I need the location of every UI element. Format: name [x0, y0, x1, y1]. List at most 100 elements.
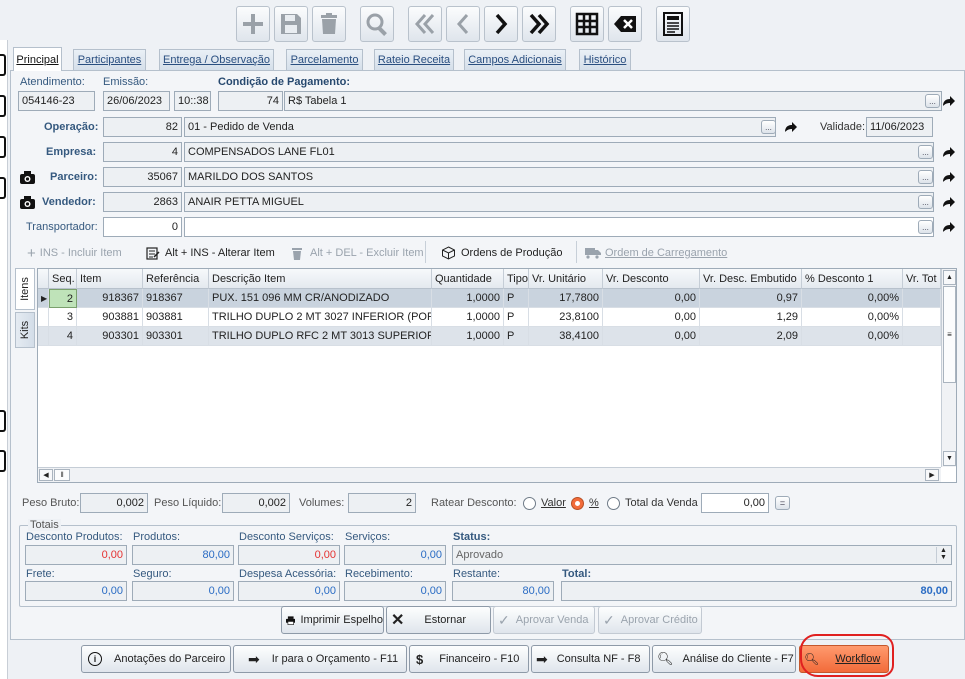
parceiro-go-arrow-icon[interactable]	[942, 170, 956, 184]
peso-liquido-field[interactable]: 0,002	[222, 493, 290, 513]
vendedor-lookup-button[interactable]: ...	[918, 195, 933, 209]
first-record-button[interactable]	[408, 6, 442, 42]
transportador-go-arrow-icon[interactable]	[942, 220, 956, 234]
volumes-field[interactable]: 2	[348, 493, 416, 513]
empresa-go-arrow-icon[interactable]	[942, 145, 956, 159]
ratear-valor-radio[interactable]	[523, 497, 536, 510]
transportador-desc-field[interactable]	[184, 217, 934, 237]
tab-campos-adicionais[interactable]: Campos Adicionais	[464, 49, 566, 70]
condicao-code-field[interactable]: 74	[218, 91, 283, 111]
grid-horizontal-scrollbar[interactable]: ◀ ⦀ ▶	[38, 467, 941, 482]
delete-item-button[interactable]: Alt + DEL - Excluir Item	[291, 244, 424, 262]
servicos-field[interactable]: 0,00	[344, 545, 446, 565]
grid-view-button[interactable]	[570, 6, 604, 42]
print-mirror-button[interactable]: Imprimir Espelho	[281, 606, 384, 634]
validade-field[interactable]: 11/06/2023	[866, 117, 933, 137]
grid-vertical-scrollbar[interactable]: ▲ ≡ ▼	[941, 269, 956, 467]
tab-itens[interactable]: Itens	[15, 268, 35, 310]
workflow-button[interactable]: 🔍︎ Workflow	[799, 645, 889, 673]
ratear-value-field[interactable]: 0,00	[701, 493, 769, 513]
ratear-apply-button[interactable]: =	[775, 496, 790, 510]
tab-parcelamento[interactable]: Parcelamento	[286, 49, 363, 70]
tab-historico[interactable]: Histórico	[579, 49, 631, 70]
condicao-go-arrow-icon[interactable]	[942, 94, 956, 108]
parceiro-camera-icon[interactable]	[20, 171, 35, 184]
despesa-field[interactable]: 0,00	[238, 581, 340, 601]
emissao-date-field[interactable]: 26/06/2023	[103, 91, 170, 111]
operacao-code-field[interactable]: 82	[103, 117, 182, 137]
items-grid[interactable]: Seq. Item Referência Descrição Item Quan…	[37, 268, 957, 483]
operacao-desc-field[interactable]: 01 - Pedido de Venda	[184, 117, 776, 137]
ratear-total-radio[interactable]	[607, 497, 620, 510]
last-record-button[interactable]	[522, 6, 556, 42]
vendedor-camera-icon[interactable]	[20, 196, 35, 209]
next-record-button[interactable]	[484, 6, 518, 42]
grid-header-vr-desc-embutido[interactable]: Vr. Desc. Embutido	[700, 269, 802, 289]
grid-header-referencia[interactable]: Referência	[143, 269, 209, 289]
status-field[interactable]: Aprovado	[452, 545, 952, 565]
grid-header-tipo[interactable]: Tipo	[504, 269, 529, 289]
scroll-h-thumb[interactable]: ⦀	[54, 469, 70, 481]
operacao-go-arrow-icon[interactable]	[784, 120, 798, 134]
scroll-thumb[interactable]: ≡	[943, 286, 956, 383]
ratear-percent-radio[interactable]	[571, 497, 584, 510]
reverse-button[interactable]: ✕ Estornar	[386, 606, 491, 634]
restante-field[interactable]: 80,00	[452, 581, 554, 601]
grid-header-item[interactable]: Item	[77, 269, 143, 289]
production-orders-button[interactable]: Ordens de Produção	[441, 244, 563, 262]
scroll-right-icon[interactable]: ▶	[925, 469, 939, 481]
produtos-field[interactable]: 80,00	[132, 545, 234, 565]
approve-sale-button[interactable]: ✓ Aprovar Venda	[493, 606, 595, 634]
vendedor-code-field[interactable]: 2863	[103, 192, 182, 212]
ratear-valor-label[interactable]: Valor	[541, 497, 566, 509]
alter-item-button[interactable]: Alt + INS - Alterar Item	[146, 244, 275, 262]
vendedor-go-arrow-icon[interactable]	[942, 195, 956, 209]
desc-produtos-field[interactable]: 0,00	[25, 545, 127, 565]
emissao-time-field[interactable]: 10::38	[174, 91, 211, 111]
clear-button[interactable]	[608, 6, 642, 42]
seguro-field[interactable]: 0,00	[132, 581, 234, 601]
add-button[interactable]	[236, 6, 270, 42]
condicao-lookup-button[interactable]: ...	[925, 94, 940, 108]
frete-field[interactable]: 0,00	[25, 581, 127, 601]
grid-header-vr-tot[interactable]: Vr. Tot	[903, 269, 941, 289]
grid-header-vr-desconto[interactable]: Vr. Desconto	[603, 269, 700, 289]
tab-principal[interactable]: Principal	[13, 47, 62, 71]
table-row[interactable]: ▶ 2 918367 918367 PUX. 151 096 MM CR/ANO…	[38, 289, 941, 308]
total-field[interactable]: 80,00	[561, 581, 952, 601]
empresa-lookup-button[interactable]: ...	[918, 145, 933, 159]
partner-notes-button[interactable]: i Anotações do Parceiro	[81, 645, 231, 673]
tab-entrega-observacao[interactable]: Entrega / Observação	[159, 49, 274, 70]
loading-order-button[interactable]: Ordem de Carregamento	[585, 244, 727, 262]
approve-credit-button[interactable]: ✓ Aprovar Crédito	[598, 606, 702, 634]
empresa-desc-field[interactable]: COMPENSADOS LANE FL01	[184, 142, 934, 162]
ratear-percent-label[interactable]: %	[589, 497, 599, 509]
atendimento-field[interactable]: 054146-23	[18, 91, 95, 111]
grid-header-vr-unitario[interactable]: Vr. Unitário	[529, 269, 603, 289]
parceiro-code-field[interactable]: 35067	[103, 167, 182, 187]
transportador-lookup-button[interactable]: ...	[918, 220, 933, 234]
recebimento-field[interactable]: 0,00	[344, 581, 446, 601]
condicao-desc-field[interactable]: R$ Tabela 1	[284, 91, 942, 111]
ratear-total-label[interactable]: Total da Venda	[625, 497, 698, 509]
include-item-button[interactable]: + INS - Incluir Item	[27, 244, 122, 262]
grid-header-seq[interactable]: Seq.	[49, 269, 77, 289]
tab-rateio-receita[interactable]: Rateio Receita	[374, 49, 454, 70]
consult-nf-button[interactable]: ➡ Consulta NF - F8	[531, 645, 650, 673]
save-button[interactable]	[274, 6, 308, 42]
report-button[interactable]	[656, 6, 690, 42]
table-row[interactable]: 3 903881 903881 TRILHO DUPLO 2 MT 3027 I…	[38, 308, 941, 327]
finance-button[interactable]: $ Financeiro - F10	[409, 645, 529, 673]
previous-record-button[interactable]	[446, 6, 480, 42]
vendedor-desc-field[interactable]: ANAIR PETTA MIGUEL	[184, 192, 934, 212]
go-to-budget-button[interactable]: ➡ Ir para o Orçamento - F11	[233, 645, 407, 673]
client-analysis-button[interactable]: 🔍︎ Análise do Cliente - F7	[652, 645, 796, 673]
grid-header-descricao[interactable]: Descrição Item	[209, 269, 432, 289]
tab-participantes[interactable]: Participantes	[73, 49, 146, 70]
parceiro-lookup-button[interactable]: ...	[918, 170, 933, 184]
peso-bruto-field[interactable]: 0,002	[80, 493, 148, 513]
scroll-left-icon[interactable]: ◀	[39, 469, 53, 481]
table-row[interactable]: 4 903301 903301 TRILHO DUPLO RFC 2 MT 30…	[38, 327, 941, 346]
transportador-code-field[interactable]: 0	[103, 217, 182, 237]
desc-servicos-field[interactable]: 0,00	[238, 545, 340, 565]
